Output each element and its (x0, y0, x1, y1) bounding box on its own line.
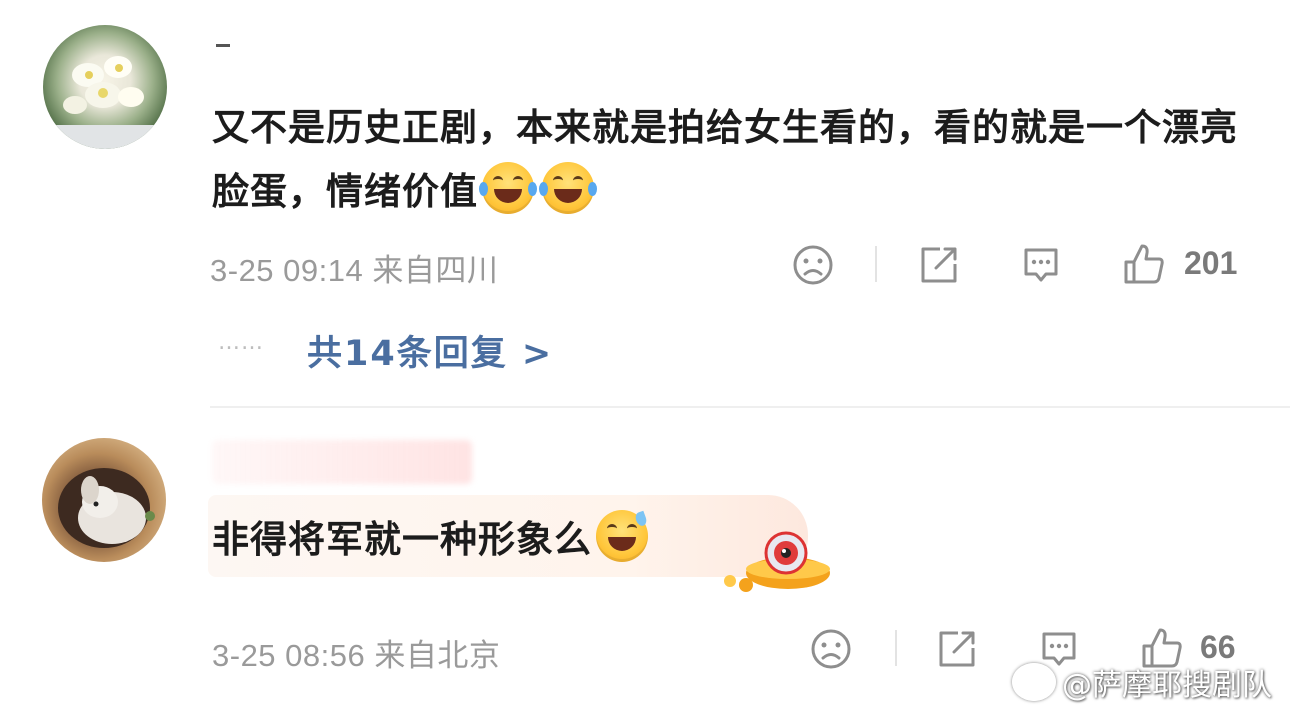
like-count: 201 (1184, 245, 1238, 281)
avatar[interactable] (43, 25, 167, 149)
comment-divider (210, 406, 1290, 408)
username-placeholder[interactable] (216, 44, 230, 47)
comment-list: 又不是历史正剧，本来就是拍给女生看的，看的就是一个漂亮脸蛋，情绪价值 3-25 … (0, 0, 1290, 711)
reply-button[interactable] (1020, 244, 1062, 286)
view-replies-link[interactable]: 共14条回复 > (307, 325, 553, 376)
comment-time: 3-25 09:14 (210, 253, 364, 288)
replies-ellipsis: …… (218, 330, 264, 355)
weibo-logo-icon (1012, 663, 1056, 701)
action-divider (875, 246, 877, 282)
comment-body: 非得将军就一种形象么 (212, 508, 652, 572)
share-icon (939, 631, 975, 667)
dislike-button[interactable] (810, 628, 852, 670)
comment-location: 来自四川 (372, 253, 499, 288)
share-button[interactable] (918, 244, 960, 286)
laugh-cry-emoji (539, 162, 597, 214)
like-button[interactable] (1122, 242, 1166, 286)
comment-text: 又不是历史正剧，本来就是拍给女生看的，看的就是一个漂亮脸蛋，情绪价值 (212, 106, 1238, 213)
comment-location: 来自北京 (374, 638, 501, 673)
sweat-smile-emoji (596, 510, 649, 562)
comment-meta: 3-25 09:14 来自四川 (210, 245, 498, 290)
share-button[interactable] (936, 628, 978, 670)
username-blurred[interactable] (212, 440, 472, 484)
watermark-text: @萨摩耶搜剧队 (1062, 668, 1272, 703)
rabbit-picture (58, 468, 155, 548)
laugh-cry-emoji (479, 162, 537, 214)
sad-face-icon (811, 629, 851, 669)
comment-meta: 3-25 08:56 来自北京 (212, 630, 500, 675)
avatar[interactable] (42, 438, 166, 562)
ufo-sticker-icon (720, 525, 835, 595)
sad-face-icon (793, 245, 833, 285)
share-icon (921, 247, 957, 283)
comment-body: 又不是历史正剧，本来就是拍给女生看的，看的就是一个漂亮脸蛋，情绪价值 (212, 96, 1252, 224)
dislike-button[interactable] (792, 244, 834, 286)
comment-icon (1024, 248, 1058, 282)
comment-time: 3-25 08:56 (212, 638, 366, 673)
thumbs-up-icon (1124, 244, 1164, 284)
action-divider (895, 630, 897, 666)
comment-text: 非得将军就一种形象么 (212, 518, 592, 561)
flowers-picture (43, 56, 167, 149)
watermark: @萨摩耶搜剧队 (1012, 660, 1272, 704)
